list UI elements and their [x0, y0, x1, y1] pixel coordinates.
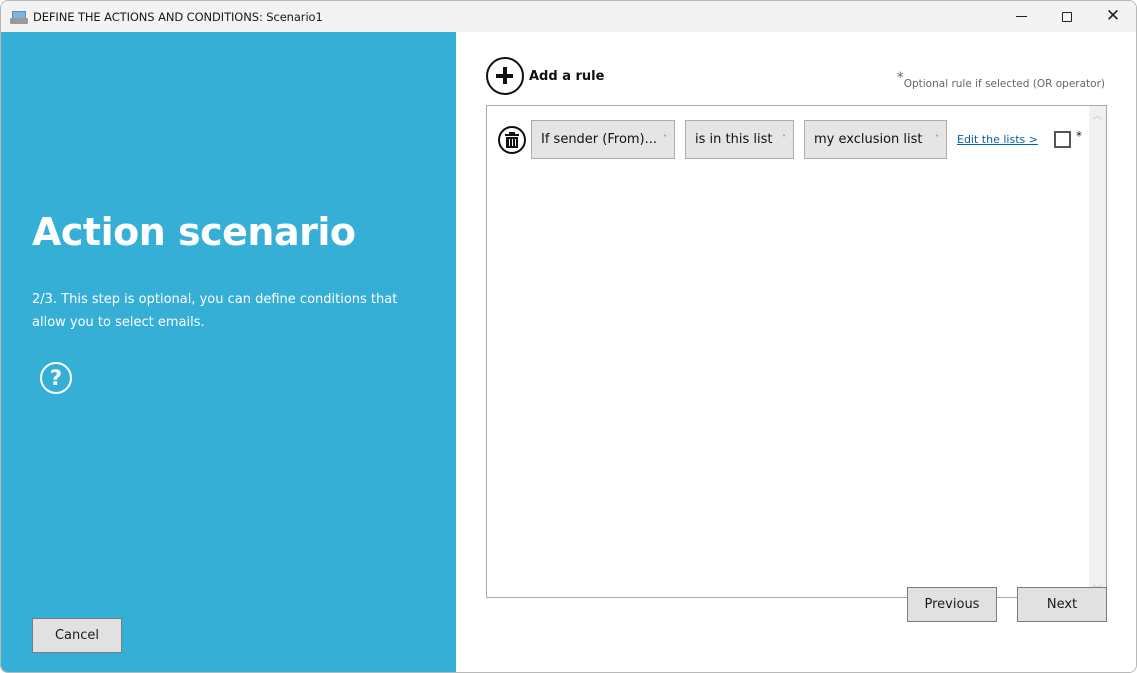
- condition-field-dropdown[interactable]: If sender (From)... ˅: [531, 120, 675, 159]
- condition-value-dropdown[interactable]: my exclusion list ˅: [804, 120, 947, 159]
- window-title: DEFINE THE ACTIONS AND CONDITIONS: Scena…: [33, 9, 323, 24]
- window-controls: ✕: [998, 1, 1136, 32]
- chevron-down-icon: ˅: [782, 134, 786, 143]
- help-icon[interactable]: ?: [40, 362, 72, 394]
- chevron-down-icon: ˅: [663, 134, 667, 143]
- close-icon: ✕: [1105, 6, 1121, 26]
- plus-circle-icon: [486, 57, 524, 95]
- vertical-scrollbar[interactable]: ︿ ﹀: [1089, 106, 1106, 597]
- optional-note-text: Optional rule if selected (OR operator): [903, 78, 1105, 90]
- step-description: 2/3. This step is optional, you can defi…: [32, 292, 398, 330]
- scroll-up-icon[interactable]: ︿: [1089, 106, 1106, 123]
- mail-tray-icon: [10, 9, 28, 25]
- condition-field-value: If sender (From)...: [541, 132, 658, 147]
- add-rule-label: Add a rule: [529, 68, 605, 84]
- title-bar: DEFINE THE ACTIONS AND CONDITIONS: Scena…: [1, 1, 1136, 32]
- asterisk: *: [896, 70, 904, 86]
- or-marker: *: [1076, 129, 1082, 143]
- cancel-button[interactable]: Cancel: [32, 618, 122, 653]
- condition-operator-value: is in this list: [695, 132, 773, 147]
- condition-operator-dropdown[interactable]: is in this list ˅: [685, 120, 794, 159]
- optional-rule-checkbox[interactable]: [1054, 131, 1071, 148]
- rule-row: If sender (From)... ˅ is in this list ˅ …: [487, 120, 1106, 160]
- add-rule-button[interactable]: Add a rule: [486, 57, 604, 95]
- rules-list: If sender (From)... ˅ is in this list ˅ …: [486, 105, 1107, 598]
- minimize-icon: [1015, 16, 1027, 17]
- dialog-window: DEFINE THE ACTIONS AND CONDITIONS: Scena…: [0, 0, 1137, 673]
- trash-icon[interactable]: [498, 126, 526, 154]
- previous-button[interactable]: Previous: [907, 587, 997, 622]
- maximize-button[interactable]: [1044, 1, 1090, 32]
- minimize-button[interactable]: [998, 1, 1044, 32]
- close-button[interactable]: ✕: [1090, 1, 1136, 32]
- optional-rule-note: *Optional rule if selected (OR operator): [897, 70, 1105, 91]
- maximize-icon: [1062, 11, 1072, 22]
- left-panel: Action scenario 2/3. This step is option…: [1, 32, 456, 672]
- condition-value-value: my exclusion list: [814, 132, 923, 147]
- edit-lists-link[interactable]: Edit the lists >: [957, 133, 1038, 146]
- chevron-down-icon: ˅: [935, 134, 939, 143]
- page-title: Action scenario: [32, 210, 356, 254]
- next-button[interactable]: Next: [1017, 587, 1107, 622]
